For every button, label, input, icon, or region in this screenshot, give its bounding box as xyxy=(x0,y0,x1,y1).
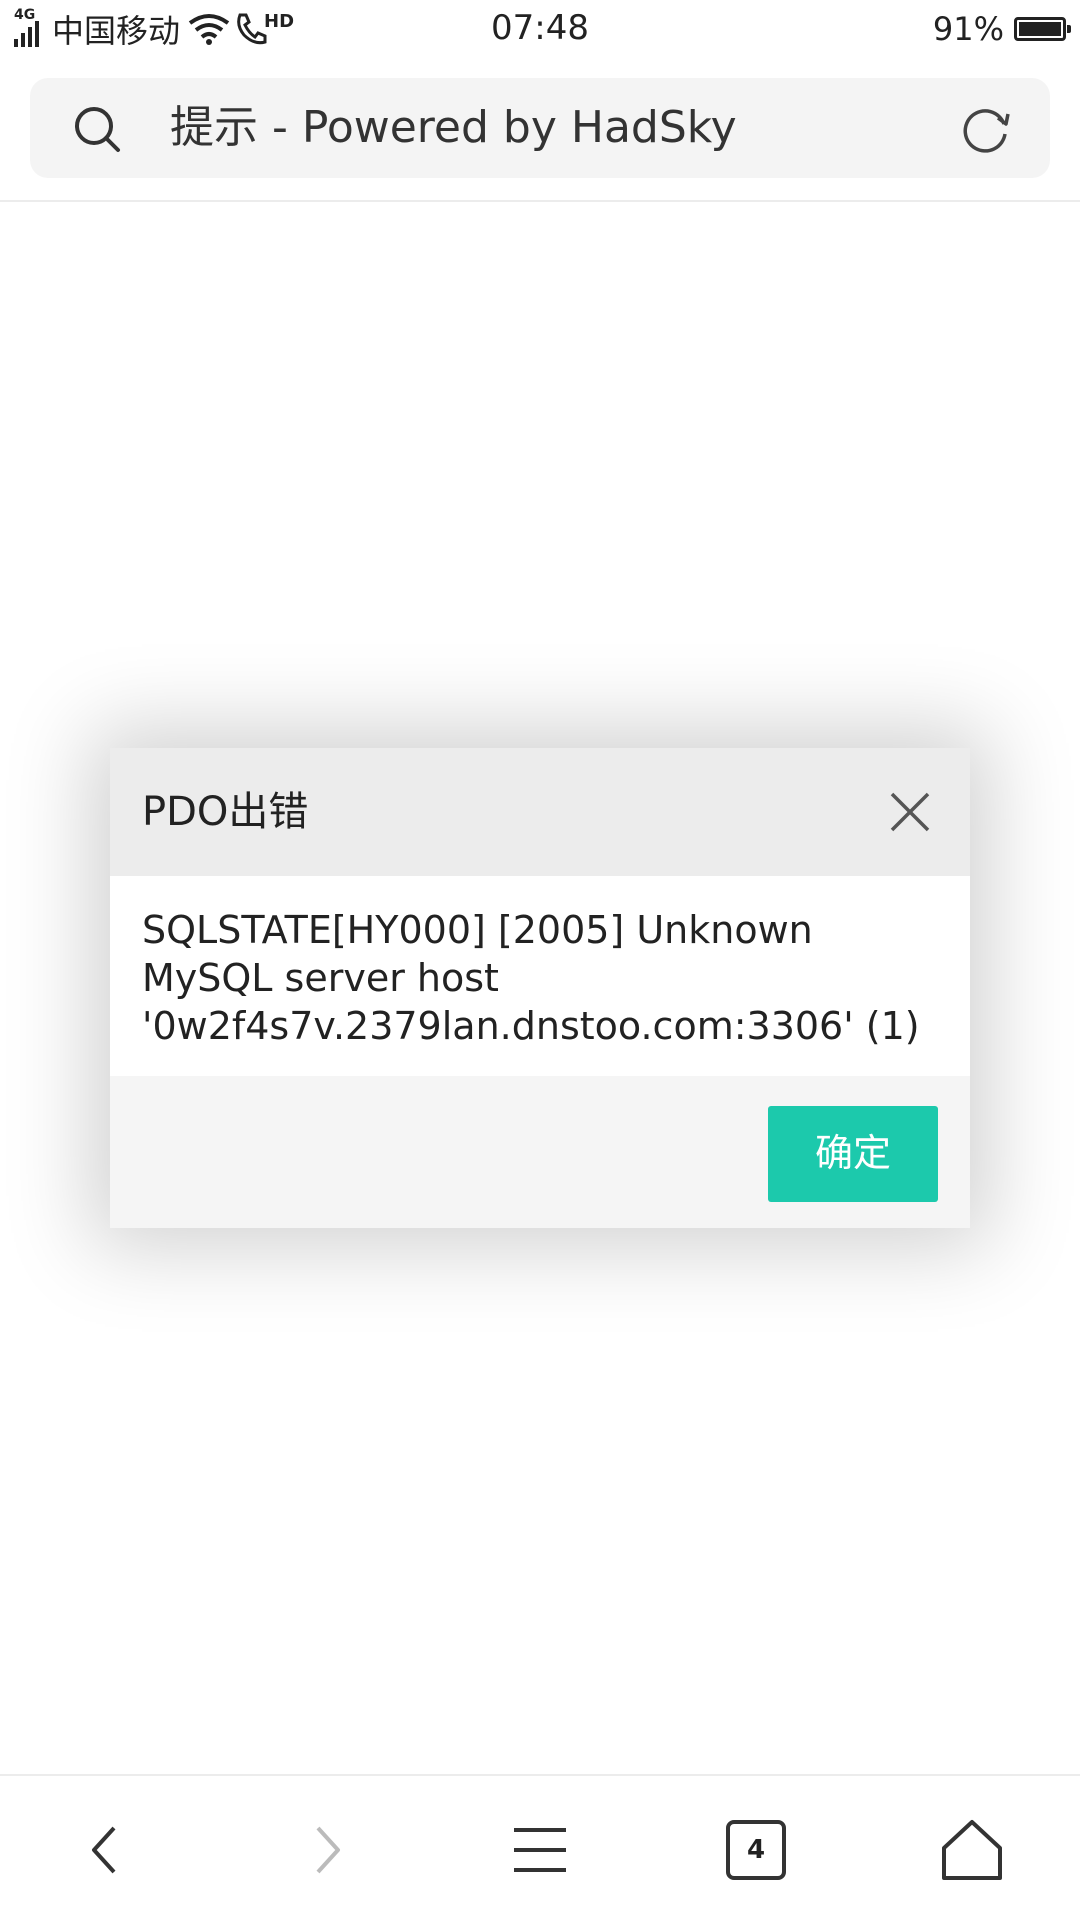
bottom-nav: 4 xyxy=(0,1776,1080,1920)
page-title[interactable]: 提示 - Powered by HadSky xyxy=(170,78,737,178)
battery-percent: 91% xyxy=(932,10,1004,48)
dialog-message: SQLSTATE[HY000] [2005] Unknown MySQL ser… xyxy=(110,876,970,1076)
message-line-2: MySQL server host xyxy=(142,956,499,1000)
back-icon[interactable] xyxy=(68,1810,148,1890)
dialog-header: PDO出错 xyxy=(110,748,970,876)
battery-fill xyxy=(1019,22,1061,36)
tabs-count: 4 xyxy=(746,1835,766,1865)
reload-icon[interactable] xyxy=(958,102,1014,158)
status-bar: 4G 中国移动 HD 07:48 91% xyxy=(0,0,1080,56)
confirm-button[interactable]: 确定 xyxy=(768,1106,938,1202)
forward-icon[interactable] xyxy=(284,1810,364,1890)
clock: 07:48 xyxy=(491,8,589,48)
home-icon[interactable] xyxy=(932,1810,1012,1890)
status-right: 91% xyxy=(932,8,1071,50)
message-line-3: '0w2f4s7v.2379lan.dnstoo.com:3306' (1) xyxy=(142,1004,920,1048)
battery-icon xyxy=(1014,17,1071,41)
message-line-1: SQLSTATE[HY000] [2005] Unknown xyxy=(142,908,813,952)
dialog-title: PDO出错 xyxy=(142,789,309,835)
address-bar[interactable]: 提示 - Powered by HadSky xyxy=(30,78,1050,178)
tabs-icon[interactable]: 4 xyxy=(716,1810,796,1890)
menu-icon[interactable] xyxy=(500,1810,580,1890)
search-icon[interactable] xyxy=(72,104,122,154)
top-divider xyxy=(0,200,1080,202)
browser-screen: 4G 中国移动 HD 07:48 91% 提示 - Powered by Had… xyxy=(0,0,1080,1920)
error-dialog: PDO出错 SQLSTATE[HY000] [2005] Unknown MyS… xyxy=(110,748,970,1228)
close-icon[interactable] xyxy=(886,788,934,836)
